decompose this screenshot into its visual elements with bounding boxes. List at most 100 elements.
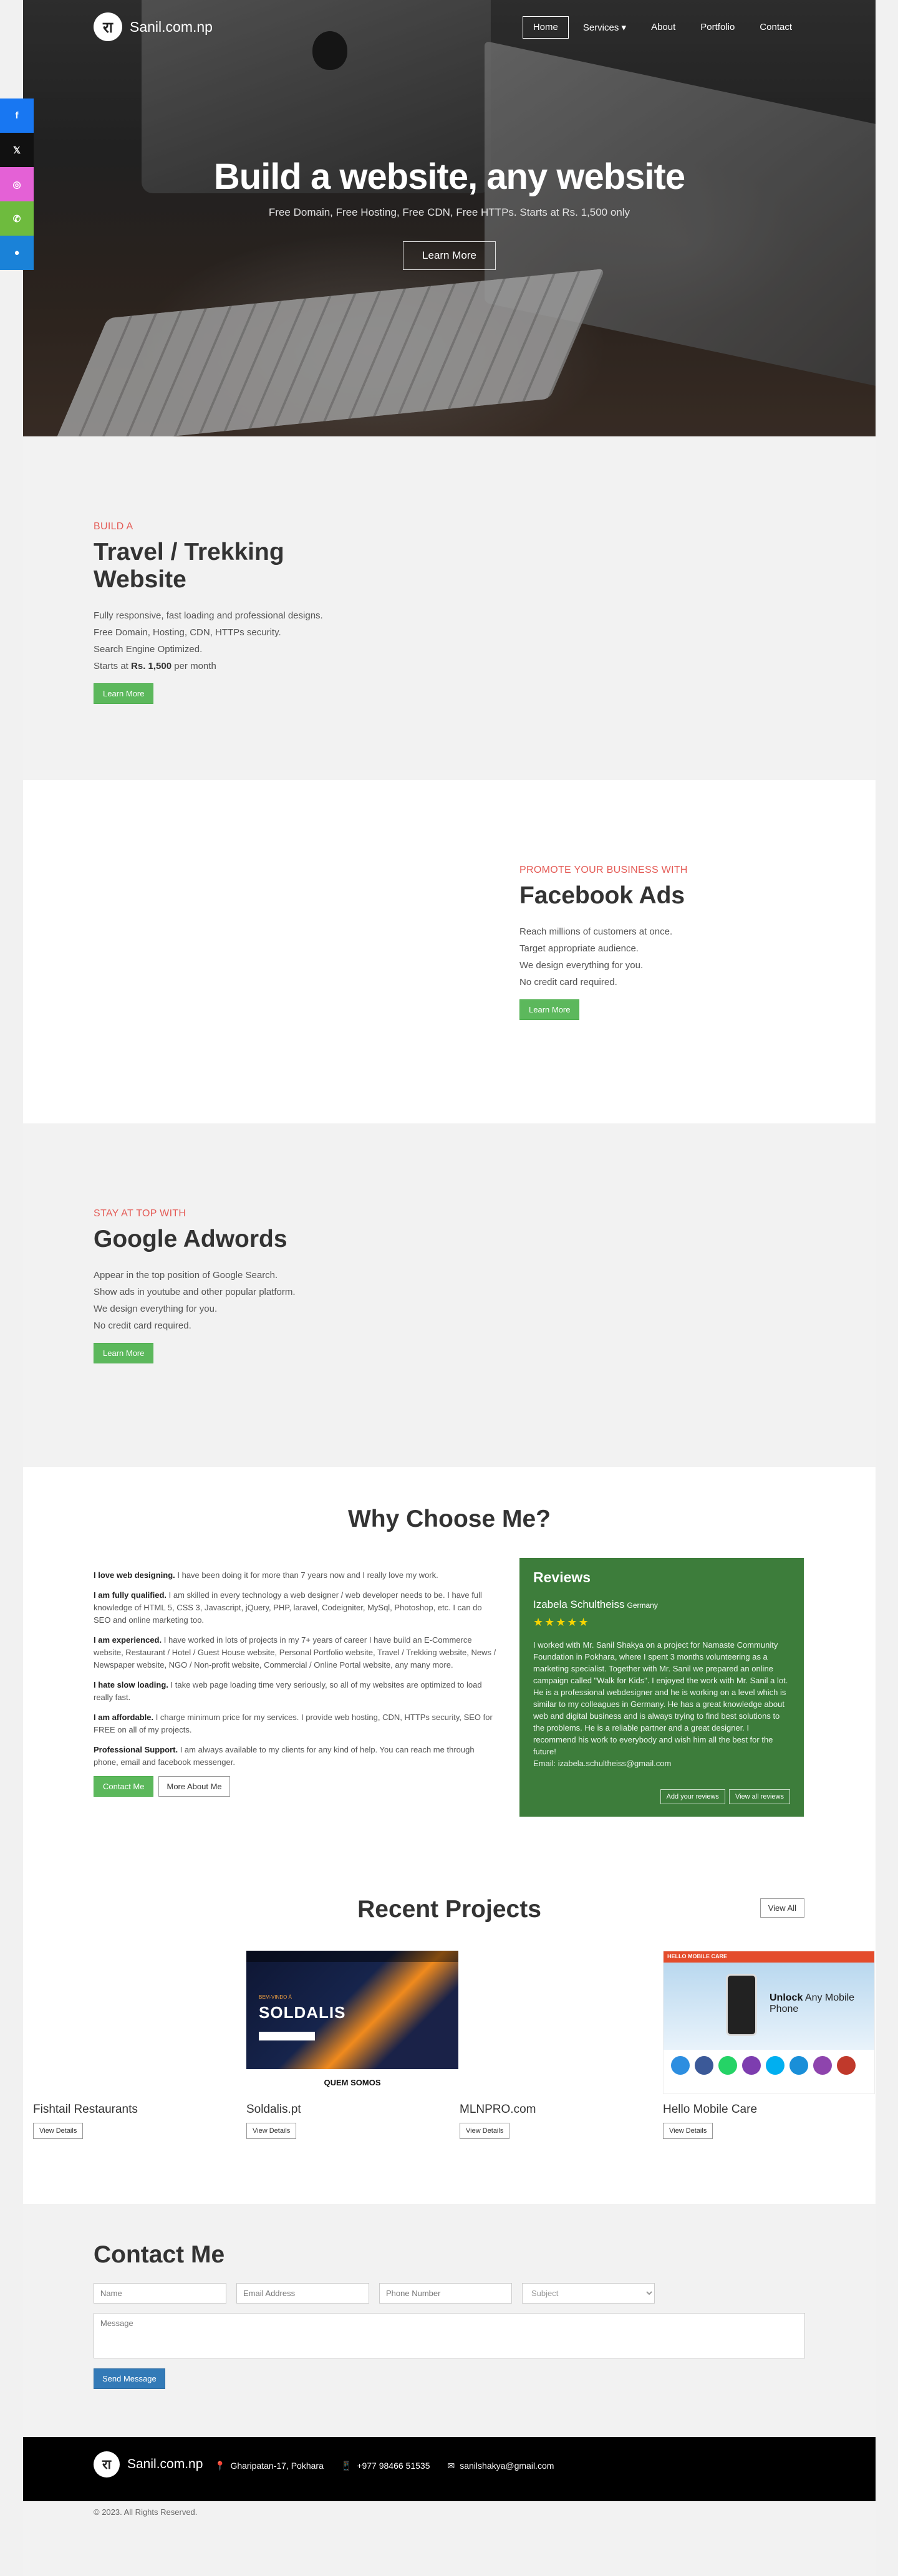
instagram-icon[interactable]: ◎ xyxy=(0,167,34,201)
messenger-icon[interactable]: ● xyxy=(0,236,34,270)
add-review-button[interactable]: Add your reviews xyxy=(660,1789,725,1804)
feature-list: Fully responsive, fast loading and profe… xyxy=(94,607,355,675)
brand-logo-icon: रा xyxy=(94,12,122,41)
page: रा Sanil.com.np Home Services ▾ About Po… xyxy=(23,0,876,2576)
project-thumbnail[interactable]: BEM-VINDO À SOLDALIS QUEM SOMOS xyxy=(246,1951,458,2094)
project-card: HELLO MOBILE CARE Unlock Any Mobile Phon… xyxy=(663,1951,875,2139)
phone-icon xyxy=(726,1974,757,2036)
brand-name: Sanil.com.np xyxy=(130,18,213,35)
feature-line: We design everything for you. xyxy=(94,1304,218,1314)
section-title: Why Choose Me? xyxy=(347,1506,551,1532)
feature-line: Show ads in youtube and other popular pl… xyxy=(94,1287,296,1297)
feature-line: Search Engine Optimized. xyxy=(94,644,203,655)
project-name: MLNPRO.com xyxy=(460,2103,536,2116)
review-text: I worked with Mr. Sanil Shakya on a proj… xyxy=(533,1640,788,1768)
more-about-me-button[interactable]: More About Me xyxy=(158,1776,230,1797)
send-message-button[interactable]: Send Message xyxy=(94,2368,165,2389)
contact-me-button[interactable]: Contact Me xyxy=(94,1776,154,1797)
section-title: Contact Me xyxy=(94,2241,225,2268)
nav-about[interactable]: About xyxy=(640,16,686,39)
footer-phone[interactable]: 📱 +977 98466 51535 xyxy=(341,2461,430,2471)
nav-services[interactable]: Services ▾ xyxy=(572,16,637,39)
why-point: Professional Support. I am always availa… xyxy=(94,1745,475,1767)
footer-address: 📍 Gharipatan-17, Pokhara xyxy=(215,2461,324,2471)
hero-content: Build a website, any website Free Domain… xyxy=(23,156,876,270)
x-icon[interactable]: 𝕏 xyxy=(0,133,34,167)
project-thumbnail[interactable]: HELLO MOBILE CARE Unlock Any Mobile Phon… xyxy=(663,1951,875,2094)
message-field[interactable] xyxy=(94,2313,805,2358)
feature-kicker: STAY AT TOP WITH xyxy=(94,1208,186,1219)
view-details-button[interactable]: View Details xyxy=(33,2123,84,2139)
nav-portfolio[interactable]: Portfolio xyxy=(690,16,745,39)
reviewer-email: Email: izabela.schultheiss@gmail.com xyxy=(533,1759,672,1768)
feature-travel-website: BUILD A Travel / Trekking Website Fully … xyxy=(23,436,876,780)
email-field[interactable] xyxy=(236,2283,369,2304)
reviews-title: Reviews xyxy=(533,1569,591,1585)
brand-logo-icon: रा xyxy=(94,2451,120,2477)
feature-line: Reach millions of customers at once. xyxy=(519,926,673,937)
feature-kicker: BUILD A xyxy=(94,521,133,532)
project-name: Fishtail Restaurants xyxy=(33,2103,138,2116)
feature-line: Target appropriate audience. xyxy=(519,943,639,954)
why-points: I love web designing. I have been doing … xyxy=(94,1569,499,1797)
view-details-button[interactable]: View Details xyxy=(663,2123,713,2139)
feature-line: Fully responsive, fast loading and profe… xyxy=(94,610,323,621)
nav-home[interactable]: Home xyxy=(522,16,569,39)
nav-contact[interactable]: Contact xyxy=(749,16,803,39)
subject-select[interactable]: Subject xyxy=(522,2283,655,2304)
why-choose-me-section: Why Choose Me? I love web designing. I h… xyxy=(23,1467,876,1857)
why-point: I hate slow loading. I take web page loa… xyxy=(94,1680,482,1702)
footer: रा Sanil.com.np 📍 Gharipatan-17, Pokhara … xyxy=(23,2437,876,2501)
project-thumbnail[interactable] xyxy=(33,1951,245,2094)
footer-email[interactable]: ✉ sanilshakya@gmail.com xyxy=(448,2461,554,2471)
footer-brand-link[interactable]: रा Sanil.com.np xyxy=(94,2451,203,2477)
feature-price: Starts at Rs. 1,500 per month xyxy=(94,661,216,671)
view-all-reviews-button[interactable]: View all reviews xyxy=(728,1789,790,1804)
reviewer-name: Izabela Schultheiss Germany xyxy=(533,1598,658,1610)
why-point: I am experienced. I have worked in lots … xyxy=(94,1635,496,1670)
facebook-icon xyxy=(695,2056,713,2075)
copyright-bar: © 2023. All Rights Reserved. xyxy=(23,2501,876,2576)
social-share-bar: f 𝕏 ◎ ✆ ● xyxy=(0,99,34,270)
project-name: Soldalis.pt xyxy=(246,2103,301,2116)
feature-title: Google Adwords xyxy=(94,1226,287,1252)
phone-field[interactable] xyxy=(379,2283,512,2304)
whatsapp-icon[interactable]: ✆ xyxy=(0,201,34,236)
feature-title: Facebook Ads xyxy=(519,882,685,909)
learn-more-button[interactable]: Learn More xyxy=(94,683,154,704)
viber-icon xyxy=(742,2056,761,2075)
feature-line: Free Domain, Hosting, CDN, HTTPs securit… xyxy=(94,627,281,638)
learn-more-button[interactable]: Learn More xyxy=(94,1343,154,1363)
view-details-button[interactable]: View Details xyxy=(460,2123,510,2139)
brand-icon xyxy=(671,2056,690,2075)
feature-line: No credit card required. xyxy=(519,977,617,988)
star-rating-icon: ★★★★★ xyxy=(533,1616,590,1628)
feature-line: Appear in the top position of Google Sea… xyxy=(94,1270,278,1281)
main-nav: Home Services ▾ About Portfolio Contact xyxy=(522,16,803,39)
learn-more-button[interactable]: Learn More xyxy=(519,999,580,1020)
why-point: I am fully qualified. I am skilled in ev… xyxy=(94,1590,482,1625)
hero-subtitle: Free Domain, Free Hosting, Free CDN, Fre… xyxy=(268,206,630,218)
hero-learn-more-button[interactable]: Learn More xyxy=(403,241,496,270)
project-card: MLNPRO.com View Details xyxy=(460,1951,672,2139)
feature-list: Appear in the top position of Google Sea… xyxy=(94,1267,355,1334)
phone-icon: 📱 xyxy=(340,2461,352,2471)
project-thumbnail[interactable] xyxy=(460,1951,672,2094)
feature-line: No credit card required. xyxy=(94,1320,191,1331)
feature-facebook-ads: PROMOTE YOUR BUSINESS WITH Facebook Ads … xyxy=(23,780,876,1123)
feature-google-adwords: STAY AT TOP WITH Google Adwords Appear i… xyxy=(23,1123,876,1467)
reviews-card: Reviews Izabela Schultheiss Germany ★★★★★… xyxy=(519,1558,804,1817)
whatsapp-icon xyxy=(718,2056,737,2075)
viber-icon xyxy=(813,2056,832,2075)
feature-line: We design everything for you. xyxy=(519,960,644,971)
app-icon xyxy=(837,2056,856,2075)
view-details-button[interactable]: View Details xyxy=(246,2123,297,2139)
name-field[interactable] xyxy=(94,2283,226,2304)
project-card: Fishtail Restaurants View Details xyxy=(33,1951,245,2139)
view-all-projects-button[interactable]: View All xyxy=(760,1898,804,1918)
brand-link[interactable]: रा Sanil.com.np xyxy=(94,12,213,41)
navbar: रा Sanil.com.np Home Services ▾ About Po… xyxy=(23,0,876,55)
envelope-icon: ✉ xyxy=(447,2461,455,2471)
facebook-icon[interactable]: f xyxy=(0,99,34,133)
copyright-text: © 2023. All Rights Reserved. xyxy=(94,2507,198,2517)
